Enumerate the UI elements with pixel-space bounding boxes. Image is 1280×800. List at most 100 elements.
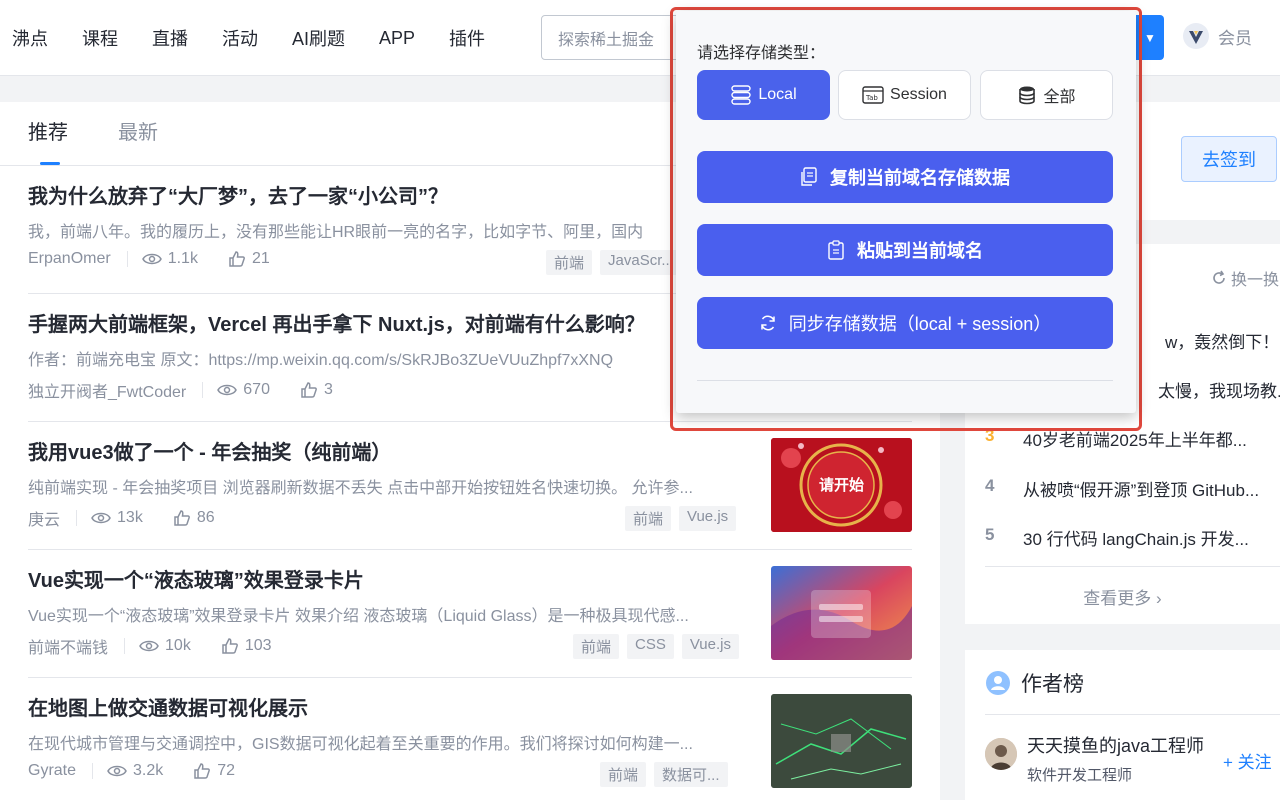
search-placeholder: 探索稀土掘金 (558, 31, 655, 49)
article-tag[interactable]: Vue.js (679, 506, 737, 531)
hot-list-item[interactable]: 4 从被喷“假开源”到登顶 GitHub... (985, 476, 1259, 501)
article-tag[interactable]: 前端 (546, 250, 593, 275)
meta-divider (126, 251, 128, 267)
paste-storage-button[interactable]: 粘贴到当前域名 (697, 224, 1113, 276)
like-count[interactable]: 21 (228, 250, 270, 268)
article-thumbnail[interactable] (771, 566, 912, 660)
article-tag[interactable]: 前端 (573, 634, 620, 659)
author-avatar-image (985, 738, 1017, 770)
vip-label: 会员 (1218, 28, 1252, 48)
view-more-link[interactable]: 查看更多 › (965, 584, 1280, 609)
eye-icon (141, 253, 162, 265)
like-count[interactable]: 3 (300, 381, 333, 399)
divider (985, 714, 1280, 715)
article-title[interactable]: 我为什么放弃了“大厂梦”，去了一家“小公司”？ (28, 180, 448, 209)
tab-latest[interactable]: 最新 (118, 116, 158, 165)
thumbs-up-icon (229, 251, 245, 267)
copy-icon (801, 167, 817, 186)
author-ranking-header: 作者榜 (985, 668, 1084, 698)
svg-text:Tab: Tab (865, 94, 878, 102)
vip-entry[interactable]: 会员 (1182, 22, 1252, 50)
hot-list-item[interactable]: 5 30 行代码 langChain.js 开发... (985, 525, 1249, 550)
article-item[interactable]: 我用vue3做了一个 - 年会抽奖（纯前端） 纯前端实现 - 年会抽奖项目 浏览… (0, 422, 940, 550)
refresh-button[interactable]: 换一换 (1211, 266, 1279, 290)
article-item[interactable]: 在地图上做交通数据可视化展示 在现代城市管理与交通调控中，GIS数据可视化起着至… (0, 678, 940, 800)
like-count-value: 86 (196, 509, 215, 526)
author-name[interactable]: 天天摸鱼的java工程师 (1027, 732, 1204, 758)
article-title[interactable]: Vue实现一个“液态玻璃”效果登录卡片 (28, 564, 364, 593)
view-count-value: 13k (117, 509, 143, 526)
article-thumbnail[interactable] (771, 694, 912, 788)
article-item[interactable]: Vue实现一个“液态玻璃”效果登录卡片 Vue实现一个“液态玻璃”效果登录卡片 … (0, 550, 940, 678)
article-title[interactable]: 我用vue3做了一个 - 年会抽奖（纯前端） (28, 436, 391, 465)
author-ranking-card: 作者榜 天天摸鱼的java工程师 软件开发工程师 + 关注 (965, 650, 1280, 800)
avatar[interactable] (985, 738, 1017, 770)
storage-type-session-button[interactable]: Tab Session (838, 70, 971, 120)
thumbs-up-icon (301, 382, 317, 398)
article-author[interactable]: ErpanOmer (28, 250, 111, 268)
view-more-label: 查看更多 (1083, 589, 1152, 608)
eye-icon (217, 384, 238, 396)
eye-icon (139, 640, 159, 652)
article-tags: 前端 Vue.js (617, 506, 737, 531)
article-author[interactable]: Gyrate (28, 762, 76, 780)
nav-item-pins[interactable]: 沸点 (12, 25, 48, 51)
sign-in-button[interactable]: 去签到 (1181, 136, 1277, 182)
nav-item-courses[interactable]: 课程 (82, 25, 118, 51)
like-count[interactable]: 103 (221, 637, 272, 655)
storage-type-local-button[interactable]: Local (697, 70, 830, 120)
article-title[interactable]: 手握两大前端框架，Vercel 再出手拿下 Nuxt.js，对前端有什么影响？ (28, 308, 645, 337)
meta-divider (202, 382, 204, 398)
article-meta: Gyrate 3.2k 72 (28, 762, 265, 780)
nav-item-plugin[interactable]: 插件 (449, 25, 485, 51)
nav-item-events[interactable]: 活动 (222, 25, 258, 51)
author-info: 天天摸鱼的java工程师 软件开发工程师 (1027, 732, 1204, 785)
nav-item-app[interactable]: APP (379, 28, 415, 49)
article-tag[interactable]: Vue.js (681, 634, 739, 659)
storage-type-local-label: Local (758, 86, 797, 103)
article-tag[interactable]: CSS (627, 634, 674, 659)
like-count-value: 72 (217, 762, 236, 779)
storage-type-session-label: Session (890, 86, 947, 103)
article-tag[interactable]: 前端 (600, 762, 647, 787)
follow-button[interactable]: + 关注 (1223, 748, 1272, 773)
like-count[interactable]: 72 (193, 762, 235, 780)
article-author[interactable]: 前端不端钱 (28, 634, 108, 658)
local-storage-icon (731, 85, 752, 105)
tab-recommended[interactable]: 推荐 (28, 116, 68, 165)
storage-type-all-button[interactable]: 全部 (980, 70, 1113, 120)
view-count: 1.1k (141, 250, 198, 268)
article-meta: 独立开阀者_FwtCoder 670 3 (28, 378, 363, 402)
search-input[interactable]: 探索稀土掘金 (541, 15, 681, 60)
article-tag[interactable]: 前端 (625, 506, 672, 531)
sync-storage-label: 同步存储数据（local + session） (788, 314, 1052, 334)
storage-extension-popup: 请选择存储类型： Local Tab Session 全部 复制当前域名存储数据… (676, 11, 1136, 413)
article-meta: ErpanOmer 1.1k 21 (28, 250, 300, 268)
like-count[interactable]: 86 (173, 509, 215, 527)
article-tag[interactable]: 数据可... (654, 762, 728, 787)
hot-title: 太慢，我现场教... (1158, 382, 1280, 401)
eye-icon (91, 512, 111, 524)
like-count-value: 103 (244, 637, 272, 654)
nav-item-ai-quiz[interactable]: AI刷题 (292, 25, 345, 51)
view-count: 670 (217, 381, 270, 399)
article-title[interactable]: 在地图上做交通数据可视化展示 (28, 692, 308, 721)
article-author[interactable]: 庚云 (28, 506, 60, 530)
article-author[interactable]: 独立开阀者_FwtCoder (28, 378, 186, 402)
vip-badge-icon (1183, 23, 1209, 49)
view-count-value: 1.1k (167, 250, 198, 267)
article-desc: 我，前端八年。我的履历上，没有那些能让HR眼前一亮的名字，比如字节、阿里，国内 (28, 224, 644, 241)
article-tags: 前端 数据可... (592, 762, 728, 787)
article-desc: Vue实现一个“液态玻璃”效果登录卡片 效果介绍 液态玻璃（Liquid Gla… (28, 608, 689, 625)
author-job: 软件开发工程师 (1027, 767, 1133, 784)
refresh-icon (1213, 270, 1225, 284)
article-thumbnail[interactable]: 请开始 (771, 438, 912, 532)
copy-storage-button[interactable]: 复制当前域名存储数据 (697, 151, 1113, 203)
storage-type-all-label: 全部 (1043, 89, 1076, 106)
meta-divider (76, 510, 78, 526)
sync-storage-button[interactable]: 同步存储数据（local + session） (697, 297, 1113, 349)
author-row[interactable]: 天天摸鱼的java工程师 软件开发工程师 (985, 732, 1204, 785)
article-tags: 前端 JavaScr... (538, 250, 682, 275)
traffic-map-thumbnail-image (771, 694, 912, 788)
nav-item-live[interactable]: 直播 (152, 25, 188, 51)
